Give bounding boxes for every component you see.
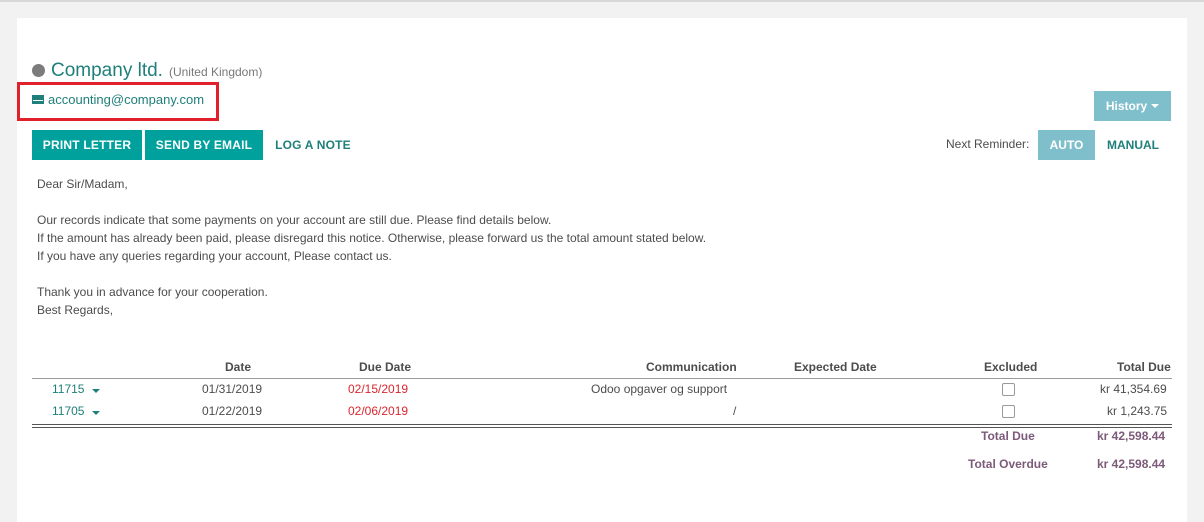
letter-line: Our records indicate that some payments … bbox=[37, 213, 552, 227]
cell-communication: / bbox=[733, 404, 737, 418]
cell-date: 01/22/2019 bbox=[202, 404, 263, 418]
letter-thanks: Thank you in advance for your cooperatio… bbox=[37, 285, 268, 299]
header-excluded: Excluded bbox=[984, 360, 1038, 374]
caret-down-icon bbox=[91, 411, 100, 415]
status-circle-icon bbox=[32, 64, 45, 77]
partner-name-link[interactable]: Company ltd. bbox=[51, 60, 163, 82]
next-reminder-label: Next Reminder: bbox=[946, 137, 1030, 151]
partner-email-link[interactable]: accounting@company.com bbox=[32, 92, 204, 107]
cell-due-date: 02/06/2019 bbox=[348, 404, 409, 418]
letter-body: Dear Sir/Madam, Our records indicate tha… bbox=[37, 175, 937, 319]
total-due-value: kr 42,598.44 bbox=[1097, 429, 1166, 443]
header-date: Date bbox=[225, 360, 252, 374]
header-expected-date: Expected Date bbox=[794, 360, 877, 374]
print-letter-button[interactable]: PRINT LETTER bbox=[32, 130, 142, 160]
table-row: 11705 01/22/2019 02/06/2019 / kr 1,243.7… bbox=[32, 401, 1172, 423]
cell-due-date: 02/15/2019 bbox=[348, 382, 409, 396]
caret-down-icon bbox=[1151, 104, 1160, 108]
total-overdue-value: kr 42,598.44 bbox=[1097, 457, 1166, 471]
window-top-border bbox=[0, 0, 1204, 2]
letter-closing: Best Regards, bbox=[37, 303, 114, 317]
letter-line: If you have any queries regarding your a… bbox=[37, 249, 392, 263]
excluded-checkbox[interactable] bbox=[1002, 383, 1015, 396]
total-due-label: Total Due bbox=[981, 429, 1035, 443]
envelope-icon bbox=[32, 95, 44, 104]
cell-total-due: kr 1,243.75 bbox=[1107, 404, 1168, 418]
invoice-ref-link[interactable]: 11705 bbox=[52, 404, 100, 418]
total-divider bbox=[32, 424, 1172, 428]
auto-reminder-button[interactable]: AUTO bbox=[1038, 130, 1095, 160]
send-by-email-button[interactable]: SEND BY EMAIL bbox=[145, 130, 263, 160]
caret-down-icon bbox=[91, 389, 100, 393]
header-total-due: Total Due bbox=[1117, 360, 1171, 374]
letter-line: If the amount has already been paid, ple… bbox=[37, 231, 707, 245]
cell-communication: Odoo opgaver og support bbox=[591, 382, 728, 396]
invoice-ref-link[interactable]: 11715 bbox=[52, 382, 100, 396]
excluded-checkbox[interactable] bbox=[1002, 405, 1015, 418]
cell-total-due: kr 41,354.69 bbox=[1100, 382, 1167, 396]
history-label: History bbox=[1105, 99, 1148, 113]
followup-sheet: Company ltd. (United Kingdom) accounting… bbox=[17, 18, 1187, 522]
table-row: 11715 01/31/2019 02/15/2019 Odoo opgaver… bbox=[32, 379, 1172, 401]
cell-date: 01/31/2019 bbox=[202, 382, 263, 396]
partner-header: Company ltd. (United Kingdom) bbox=[32, 60, 262, 84]
partner-country: (United Kingdom) bbox=[168, 65, 263, 79]
letter-greeting: Dear Sir/Madam, bbox=[37, 177, 128, 191]
log-a-note-button[interactable]: LOG A NOTE bbox=[271, 130, 355, 160]
header-communication: Communication bbox=[646, 360, 737, 374]
history-button[interactable]: History bbox=[1094, 91, 1171, 121]
followup-table: Date Due Date Communication Expected Dat… bbox=[32, 358, 1172, 428]
total-overdue-label: Total Overdue bbox=[968, 457, 1048, 471]
table-header: Date Due Date Communication Expected Dat… bbox=[32, 358, 1172, 379]
email-text: accounting@company.com bbox=[48, 92, 205, 107]
header-due-date: Due Date bbox=[359, 360, 412, 374]
manual-reminder-button[interactable]: MANUAL bbox=[1097, 130, 1169, 160]
